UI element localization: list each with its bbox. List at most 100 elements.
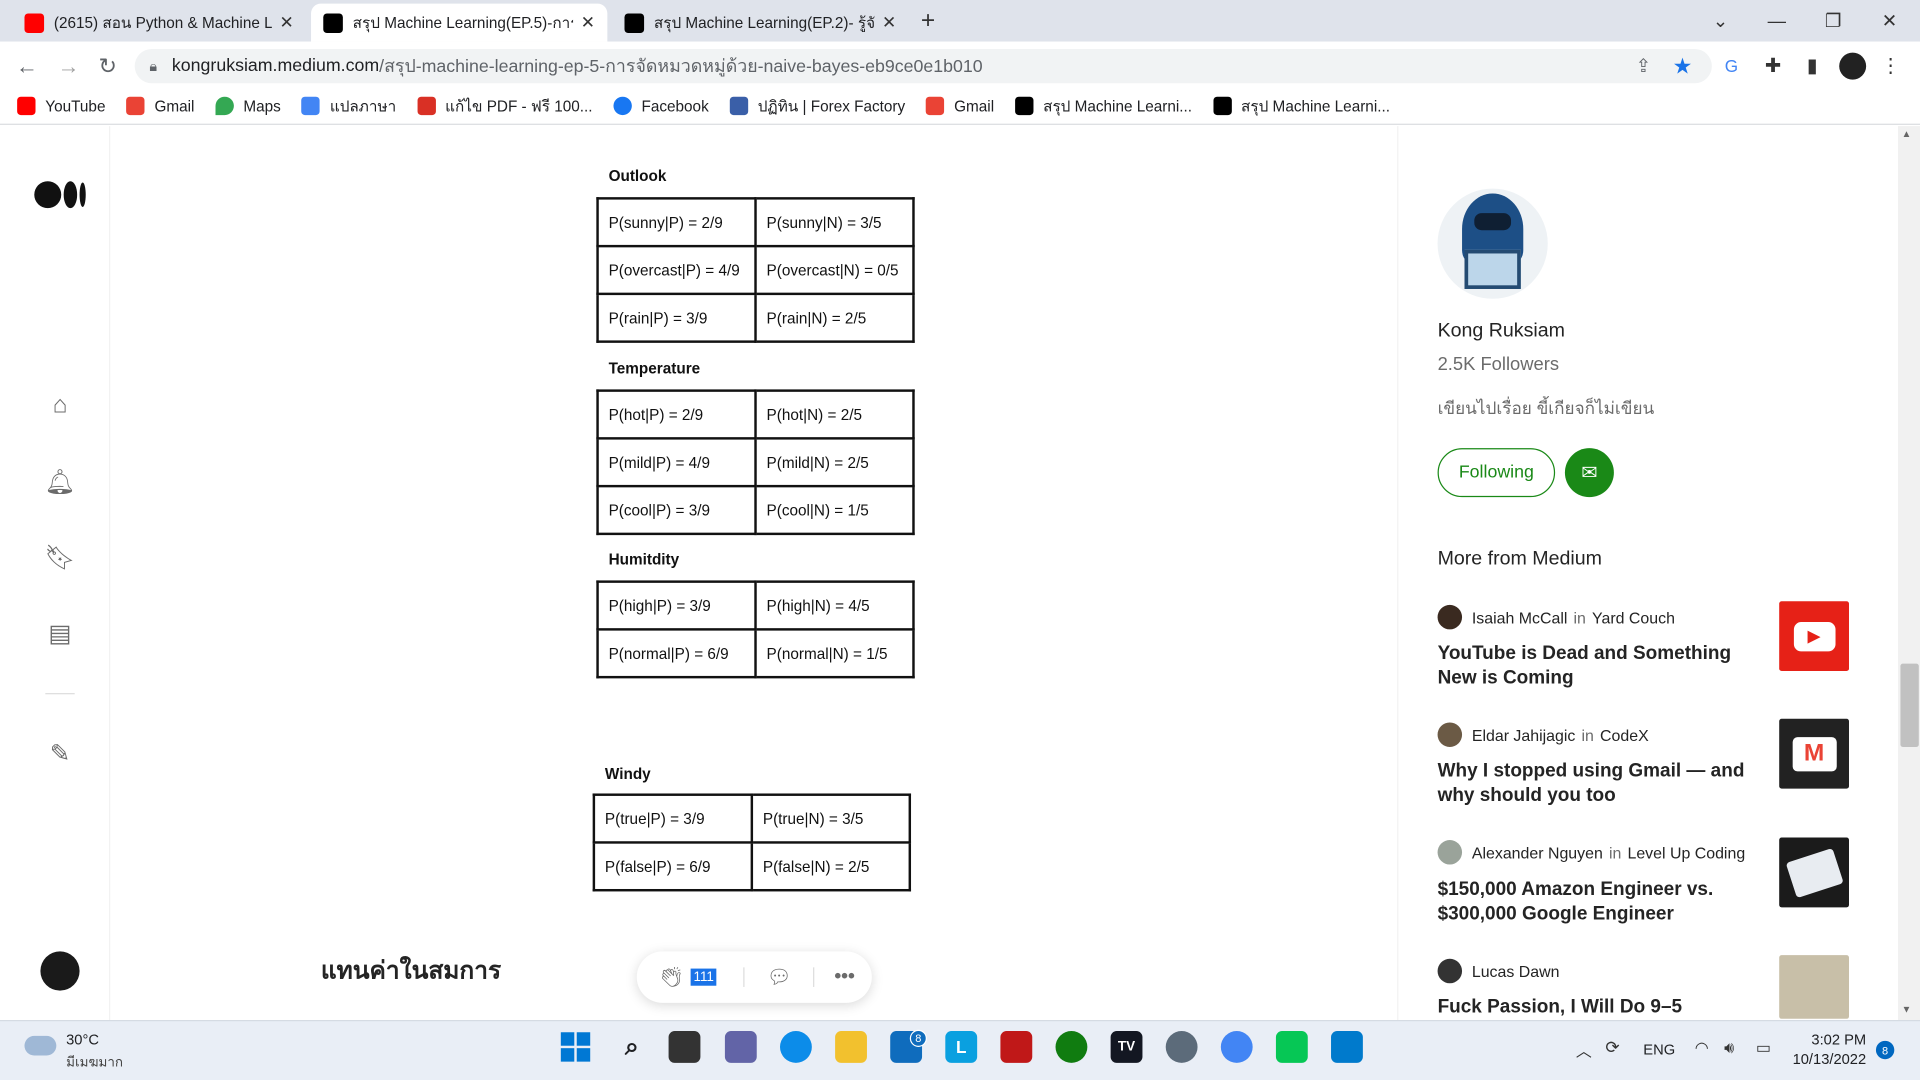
task-view-icon[interactable] [668, 1031, 701, 1063]
bookmark-medium-2[interactable]: สรุป Machine Learni... [1212, 94, 1390, 118]
bookmark-youtube[interactable]: YouTube [17, 96, 105, 116]
story-title[interactable]: Why I stopped using Gmail — and why shou… [1438, 759, 1759, 808]
story-author[interactable]: Eldar Jahijagic in CodeX [1437, 722, 1649, 747]
edge-icon[interactable] [780, 1031, 812, 1063]
l-app-icon[interactable]: L [945, 1031, 978, 1063]
close-window-button[interactable]: ✕ [1861, 5, 1917, 37]
chevron-up-icon[interactable]: ︿ [1576, 1038, 1592, 1061]
cloud-weather-icon[interactable] [24, 1035, 57, 1056]
bookmark-medium-1[interactable]: สรุป Machine Learni... [1014, 94, 1192, 118]
story-author[interactable]: Alexander Nguyen in Level Up Coding [1437, 840, 1746, 865]
followers-count[interactable]: 2.5K Followers [1438, 354, 1559, 375]
clock-time[interactable]: 3:02 PM [1810, 1031, 1866, 1048]
share-icon[interactable]: ⇪ [1629, 51, 1658, 80]
translate-icon[interactable]: G [1717, 51, 1746, 80]
file-explorer-icon[interactable] [835, 1031, 867, 1063]
xbox-icon[interactable] [1055, 1031, 1088, 1063]
write-icon[interactable]: ✎ [44, 737, 76, 769]
table-cell: P(high|N) = 4/5 [754, 580, 915, 631]
search-icon[interactable]: ⌕ [616, 1031, 648, 1063]
bookmark-forex[interactable]: ปฏิทิน | Forex Factory [729, 94, 906, 118]
side-panel-icon[interactable]: ▮ [1798, 51, 1827, 80]
story-thumbnail[interactable]: M [1779, 718, 1849, 789]
close-icon[interactable]: ✕ [882, 12, 896, 33]
floating-action-bar: 👏︎ 111 💬︎ ••• [636, 951, 872, 1003]
maximize-button[interactable]: ❐ [1805, 5, 1861, 37]
bookmarks-list-icon[interactable]: 🔖︎ [44, 541, 76, 573]
bookmark-label: ปฏิทิน | Forex Factory [757, 97, 906, 115]
new-tab-button[interactable]: + [921, 7, 935, 35]
story-author[interactable]: Lucas Dawn [1437, 958, 1559, 984]
scroll-up-icon[interactable]: ▲ [1902, 129, 1912, 140]
teams-chat-icon[interactable] [724, 1031, 757, 1063]
comment-icon[interactable]: 💬︎ [767, 965, 792, 989]
bookmark-facebook[interactable]: Facebook [613, 96, 709, 116]
tab-medium-ep5[interactable]: สรุป Machine Learning(EP.5)-การจั ✕ [311, 3, 608, 42]
page-scrollbar[interactable] [1897, 126, 1920, 1021]
line-icon[interactable] [1275, 1031, 1308, 1063]
bookmark-pdf[interactable]: แก้ไข PDF - ฟรี 100... [416, 94, 593, 118]
in-label: in [1573, 607, 1586, 627]
translate-icon [301, 96, 321, 116]
more-options-icon[interactable]: ••• [834, 966, 855, 988]
home-icon[interactable]: ⌂ [44, 389, 76, 421]
clock-date[interactable]: 10/13/2022 [1790, 1051, 1867, 1068]
stories-document-icon[interactable]: ▤ [44, 617, 76, 649]
minimize-button[interactable]: — [1749, 5, 1805, 37]
bookmark-label: สรุป Machine Learni... [1241, 97, 1390, 115]
tab-medium-ep2[interactable]: สรุป Machine Learning(EP.2)- รู้จัก ✕ [612, 4, 908, 42]
tab-youtube[interactable]: (2615) สอน Python & Machine Le ✕ [12, 4, 306, 42]
bookmark-star-icon[interactable]: ★ [1668, 51, 1697, 80]
settings-gear-icon[interactable] [1165, 1031, 1198, 1063]
tab-search-icon[interactable]: ⌄ [1692, 5, 1748, 37]
battery-icon[interactable]: ▭ [1756, 1038, 1771, 1058]
vscode-icon[interactable] [1331, 1031, 1363, 1063]
story-author[interactable]: Isaiah McCall in Yard Couch [1437, 604, 1675, 630]
start-menu-icon[interactable] [560, 1031, 592, 1063]
bookmark-gmail[interactable]: Gmail [126, 96, 194, 116]
avatar [1437, 722, 1463, 747]
bookmark-label: แก้ไข PDF - ฟรี 100... [445, 97, 593, 115]
forward-icon[interactable]: → [54, 51, 83, 80]
medium-logo-icon[interactable] [34, 181, 86, 209]
chrome-icon[interactable] [1220, 1031, 1253, 1063]
story-thumbnail[interactable] [1779, 955, 1849, 1019]
profile-avatar[interactable] [1839, 52, 1867, 80]
notification-badge[interactable]: 8 [1875, 1040, 1895, 1060]
language-indicator[interactable]: ENG [1643, 1041, 1675, 1058]
mcafee-icon[interactable] [1000, 1031, 1033, 1063]
table-cell: P(rain|N) = 2/5 [754, 292, 915, 343]
author-name[interactable]: Kong Ruksiam [1438, 321, 1565, 343]
scrollbar-thumb[interactable] [1900, 663, 1919, 747]
table-cell: P(high|P) = 3/9 [596, 580, 757, 631]
notifications-bell-icon[interactable]: 🔔︎ [44, 465, 76, 497]
tradingview-icon[interactable]: TV [1110, 1031, 1143, 1063]
back-icon[interactable]: ← [12, 51, 41, 80]
extensions-icon[interactable]: ✚ [1758, 51, 1787, 80]
bookmark-gmail-2[interactable]: Gmail [925, 96, 994, 116]
subscribe-email-icon[interactable]: ✉ [1564, 448, 1614, 498]
clap-icon[interactable]: 👏︎ [659, 965, 684, 989]
publication-name: Level Up Coding [1627, 843, 1746, 862]
volume-icon[interactable]: 🔊︎ [1724, 1038, 1734, 1058]
following-button[interactable]: Following [1437, 448, 1556, 498]
scroll-down-icon[interactable]: ▼ [1902, 1004, 1912, 1015]
address-bar[interactable]: 🔒︎ kongruksiam.medium.com /สรุป-machine-… [134, 48, 1712, 84]
close-icon[interactable]: ✕ [280, 12, 294, 33]
user-avatar[interactable] [40, 951, 80, 991]
bookmark-maps[interactable]: Maps [215, 96, 281, 116]
story-title[interactable]: $150,000 Amazon Engineer vs. $300,000 Go… [1438, 878, 1759, 927]
close-icon[interactable]: ✕ [581, 12, 595, 33]
menu-icon[interactable]: ⋮ [1876, 51, 1905, 80]
story-thumbnail[interactable]: ▶ [1779, 601, 1849, 672]
wifi-icon[interactable]: ◠ [1695, 1038, 1709, 1058]
pdf-icon [416, 96, 436, 116]
story-thumbnail[interactable] [1779, 837, 1849, 908]
story-title[interactable]: Fuck Passion, I Will Do 9–5 [1438, 996, 1759, 1020]
story-title[interactable]: YouTube is Dead and Something New is Com… [1438, 642, 1759, 691]
bookmark-translate[interactable]: แปลภาษา [301, 94, 396, 118]
reload-icon[interactable]: ↻ [93, 51, 122, 80]
weather-temp[interactable]: 30°C [66, 1031, 99, 1048]
author-avatar[interactable] [1437, 188, 1548, 299]
sync-icon[interactable]: ⟳ [1605, 1037, 1619, 1058]
